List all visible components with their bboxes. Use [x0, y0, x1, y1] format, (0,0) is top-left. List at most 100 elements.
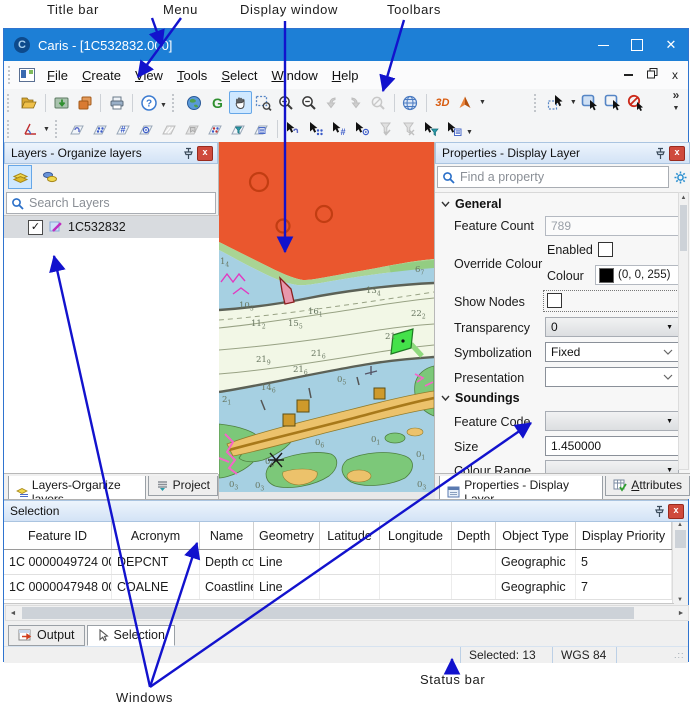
scrollbar-thumb[interactable] [680, 205, 687, 251]
transparency-dropdown[interactable]: 0▼ [545, 317, 679, 337]
zoom-out-icon[interactable] [298, 91, 321, 114]
colour-picker[interactable]: (0, 0, 255) [595, 265, 679, 285]
section-soundings[interactable]: Soundings [441, 391, 520, 405]
symbolization-combo[interactable]: Fixed [545, 342, 679, 362]
snap-node-icon[interactable] [135, 118, 158, 141]
snap-ribbon-icon[interactable] [181, 118, 204, 141]
toolbar-grip[interactable] [55, 120, 61, 138]
3d-icon[interactable]: 3D [431, 91, 454, 114]
cursor-node-icon[interactable] [351, 118, 374, 141]
cursor-filter-icon[interactable] [420, 118, 443, 141]
snap-clip-icon[interactable] [66, 118, 89, 141]
help-icon[interactable]: ? [137, 91, 160, 114]
pin-icon[interactable] [653, 505, 665, 518]
child-restore-button[interactable] [647, 68, 658, 82]
resize-grip[interactable]: .:: [674, 650, 688, 660]
measure-angle-icon[interactable] [18, 118, 41, 141]
table-header-cell[interactable]: Display Priority [576, 522, 672, 549]
show-nodes-checkbox[interactable] [547, 293, 562, 308]
child-minimize-button[interactable] [624, 74, 633, 76]
cursor-clip-icon[interactable] [282, 118, 305, 141]
layers-search-input[interactable]: Search Layers [6, 192, 216, 214]
clear-zoom-icon[interactable] [367, 91, 390, 114]
snap-points-icon[interactable] [89, 118, 112, 141]
zoom-area-icon[interactable] [252, 91, 275, 114]
zoom-in-icon[interactable] [275, 91, 298, 114]
title-bar[interactable]: C Caris - [1C532832.000] ✕ [4, 29, 688, 61]
menu-item-select[interactable]: Select [221, 68, 257, 83]
open-icon[interactable] [18, 91, 41, 114]
scroll-up-icon[interactable]: ▲ [677, 522, 683, 528]
close-icon[interactable]: x [197, 146, 213, 161]
snap-filter-icon[interactable] [227, 118, 250, 141]
property-search-input[interactable]: Find a property [437, 166, 669, 188]
layer-checkbox[interactable]: ✓ [28, 220, 43, 235]
snap-hash-icon[interactable]: # [112, 118, 135, 141]
document-icon[interactable] [19, 68, 35, 82]
table-row[interactable]: 1C 0000049724 00001DEPCNTDepth co...Line… [4, 550, 674, 575]
table-header-cell[interactable]: Longitude [380, 522, 452, 549]
toolbar-grip[interactable] [534, 94, 540, 112]
menu-item-window[interactable]: Window [271, 68, 317, 83]
toolbar-overflow-button[interactable]: »▼ [668, 90, 684, 114]
selection-panel-header[interactable]: Selection x [4, 500, 688, 522]
scroll-right-icon[interactable]: ► [674, 610, 688, 617]
previous-view-icon[interactable] [321, 91, 344, 114]
cursor-points-icon[interactable] [305, 118, 328, 141]
chevron-down-icon[interactable]: ▼ [43, 126, 50, 133]
north-arrow-icon[interactable] [454, 91, 477, 114]
gear-icon[interactable] [673, 170, 688, 185]
snap-multipoint-icon[interactable] [204, 118, 227, 141]
print-icon[interactable] [105, 91, 128, 114]
scroll-left-icon[interactable]: ◄ [6, 610, 20, 617]
close-icon[interactable]: x [669, 146, 685, 161]
menu-item-help[interactable]: Help [332, 68, 359, 83]
menu-item-view[interactable]: View [135, 68, 163, 83]
pin-icon[interactable] [654, 147, 666, 160]
filter-clear-icon[interactable] [397, 118, 420, 141]
snap-list-icon[interactable] [250, 118, 273, 141]
section-general[interactable]: General [441, 197, 502, 211]
menu-item-tools[interactable]: Tools [177, 68, 207, 83]
toolbar-grip[interactable] [8, 66, 14, 84]
table-vertical-scrollbar[interactable]: ▲ ▼ [672, 522, 687, 603]
close-icon[interactable]: x [668, 504, 684, 519]
table-row[interactable]: 1C 0000047948 00001COALNECoastlineLineGe… [4, 575, 674, 600]
select-icon[interactable] [545, 91, 568, 114]
scroll-down-icon[interactable]: ▼ [677, 597, 683, 603]
import-icon[interactable] [50, 91, 73, 114]
copy-icon[interactable] [73, 91, 96, 114]
layer-sets-icon[interactable] [38, 165, 62, 189]
scrollbar-thumb[interactable] [22, 607, 634, 619]
tab-attributes[interactable]: Attributes [605, 476, 690, 496]
properties-scrollbar[interactable]: ▲ [678, 192, 689, 470]
chevron-down-icon[interactable]: ▼ [466, 129, 473, 136]
tab-project[interactable]: Project [148, 476, 218, 496]
maximize-button[interactable] [620, 29, 654, 61]
scroll-up-icon[interactable]: ▲ [679, 193, 688, 204]
layer-item[interactable]: ✓ 1C532832 [4, 216, 219, 238]
chevron-down-icon[interactable]: ▼ [479, 99, 486, 106]
cursor-list-icon[interactable] [443, 118, 466, 141]
size-field[interactable]: 1.450000 [545, 436, 679, 456]
menu-item-create[interactable]: Create [82, 68, 121, 83]
table-header-cell[interactable]: Name [200, 522, 254, 549]
scrollbar-thumb[interactable] [675, 530, 686, 548]
deselect-icon[interactable] [625, 91, 648, 114]
tab-output[interactable]: Output [8, 625, 85, 646]
menu-item-file[interactable]: File [47, 68, 68, 83]
layers-panel-header[interactable]: Layers - Organize layers x [4, 142, 218, 164]
table-horizontal-scrollbar[interactable]: ◄ ► [5, 605, 689, 621]
chevron-down-icon[interactable]: ▼ [160, 102, 167, 109]
properties-panel-header[interactable]: Properties - Display Layer x [435, 142, 690, 164]
feature-code-dropdown[interactable]: ▼ [545, 411, 679, 431]
table-header-cell[interactable]: Acronym [112, 522, 200, 549]
table-header-cell[interactable]: Object Type [496, 522, 576, 549]
chevron-down-icon[interactable]: ▼ [570, 99, 577, 106]
organize-layers-icon[interactable] [8, 165, 32, 189]
enabled-checkbox[interactable] [598, 242, 613, 257]
presentation-combo[interactable] [545, 367, 679, 387]
minimize-button[interactable] [586, 29, 620, 61]
table-header-cell[interactable]: Feature ID [4, 522, 112, 549]
table-header-cell[interactable]: Depth [452, 522, 496, 549]
